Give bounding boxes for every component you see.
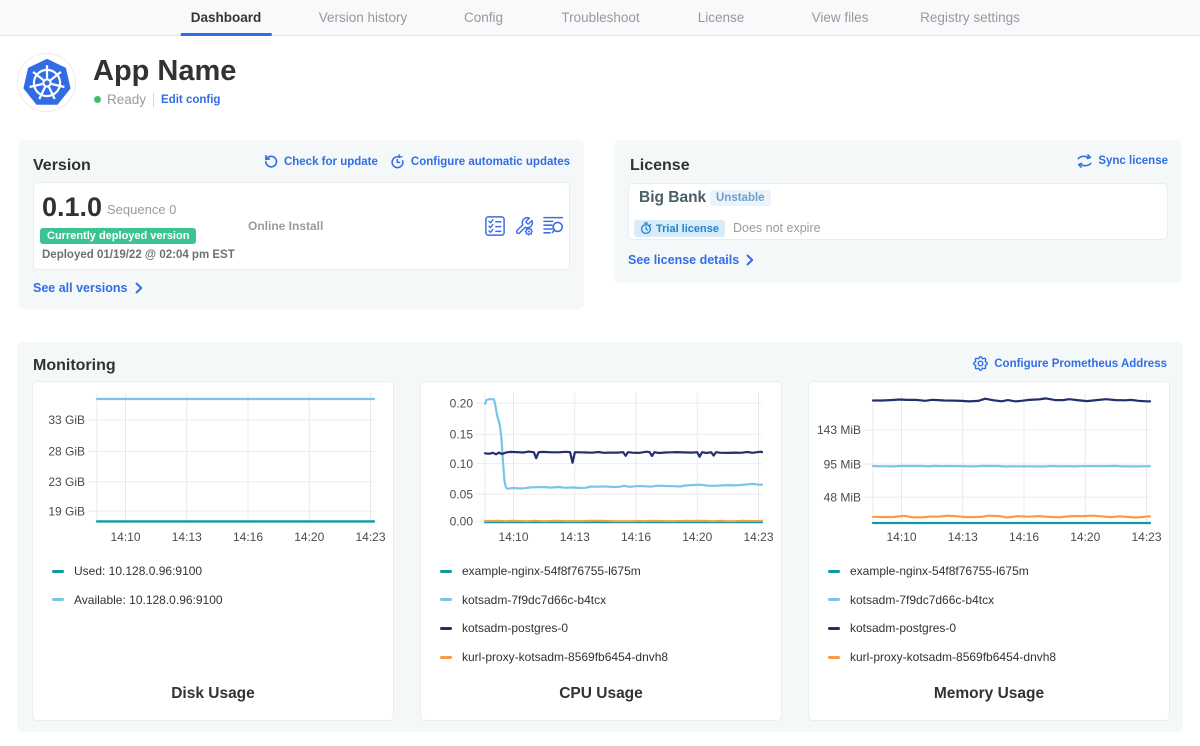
svg-text:0.05: 0.05 — [450, 487, 474, 501]
svg-text:14:16: 14:16 — [621, 530, 651, 544]
svg-text:14:16: 14:16 — [233, 530, 263, 544]
svg-text:14:13: 14:13 — [948, 530, 978, 544]
svg-text:14:23: 14:23 — [355, 530, 385, 544]
svg-text:14:13: 14:13 — [172, 530, 202, 544]
svg-text:0.20: 0.20 — [450, 396, 474, 410]
svg-text:14:23: 14:23 — [1131, 530, 1161, 544]
svg-text:28 GiB: 28 GiB — [48, 445, 85, 459]
svg-text:48 MiB: 48 MiB — [824, 490, 861, 504]
svg-text:14:16: 14:16 — [1009, 530, 1039, 544]
svg-text:14:13: 14:13 — [560, 530, 590, 544]
svg-text:19 GiB: 19 GiB — [48, 504, 85, 518]
svg-text:33 GiB: 33 GiB — [48, 413, 85, 427]
svg-text:0.15: 0.15 — [450, 428, 474, 442]
svg-text:14:20: 14:20 — [682, 530, 712, 544]
svg-text:14:10: 14:10 — [886, 530, 916, 544]
svg-text:14:23: 14:23 — [743, 530, 773, 544]
svg-text:23 GiB: 23 GiB — [48, 475, 85, 489]
svg-text:14:10: 14:10 — [110, 530, 140, 544]
svg-text:14:20: 14:20 — [294, 530, 324, 544]
svg-text:0.10: 0.10 — [450, 457, 474, 471]
svg-text:143 MiB: 143 MiB — [817, 423, 861, 437]
svg-text:14:10: 14:10 — [498, 530, 528, 544]
svg-text:95 MiB: 95 MiB — [824, 457, 861, 471]
svg-text:14:20: 14:20 — [1070, 530, 1100, 544]
svg-text:0.00: 0.00 — [450, 515, 474, 529]
